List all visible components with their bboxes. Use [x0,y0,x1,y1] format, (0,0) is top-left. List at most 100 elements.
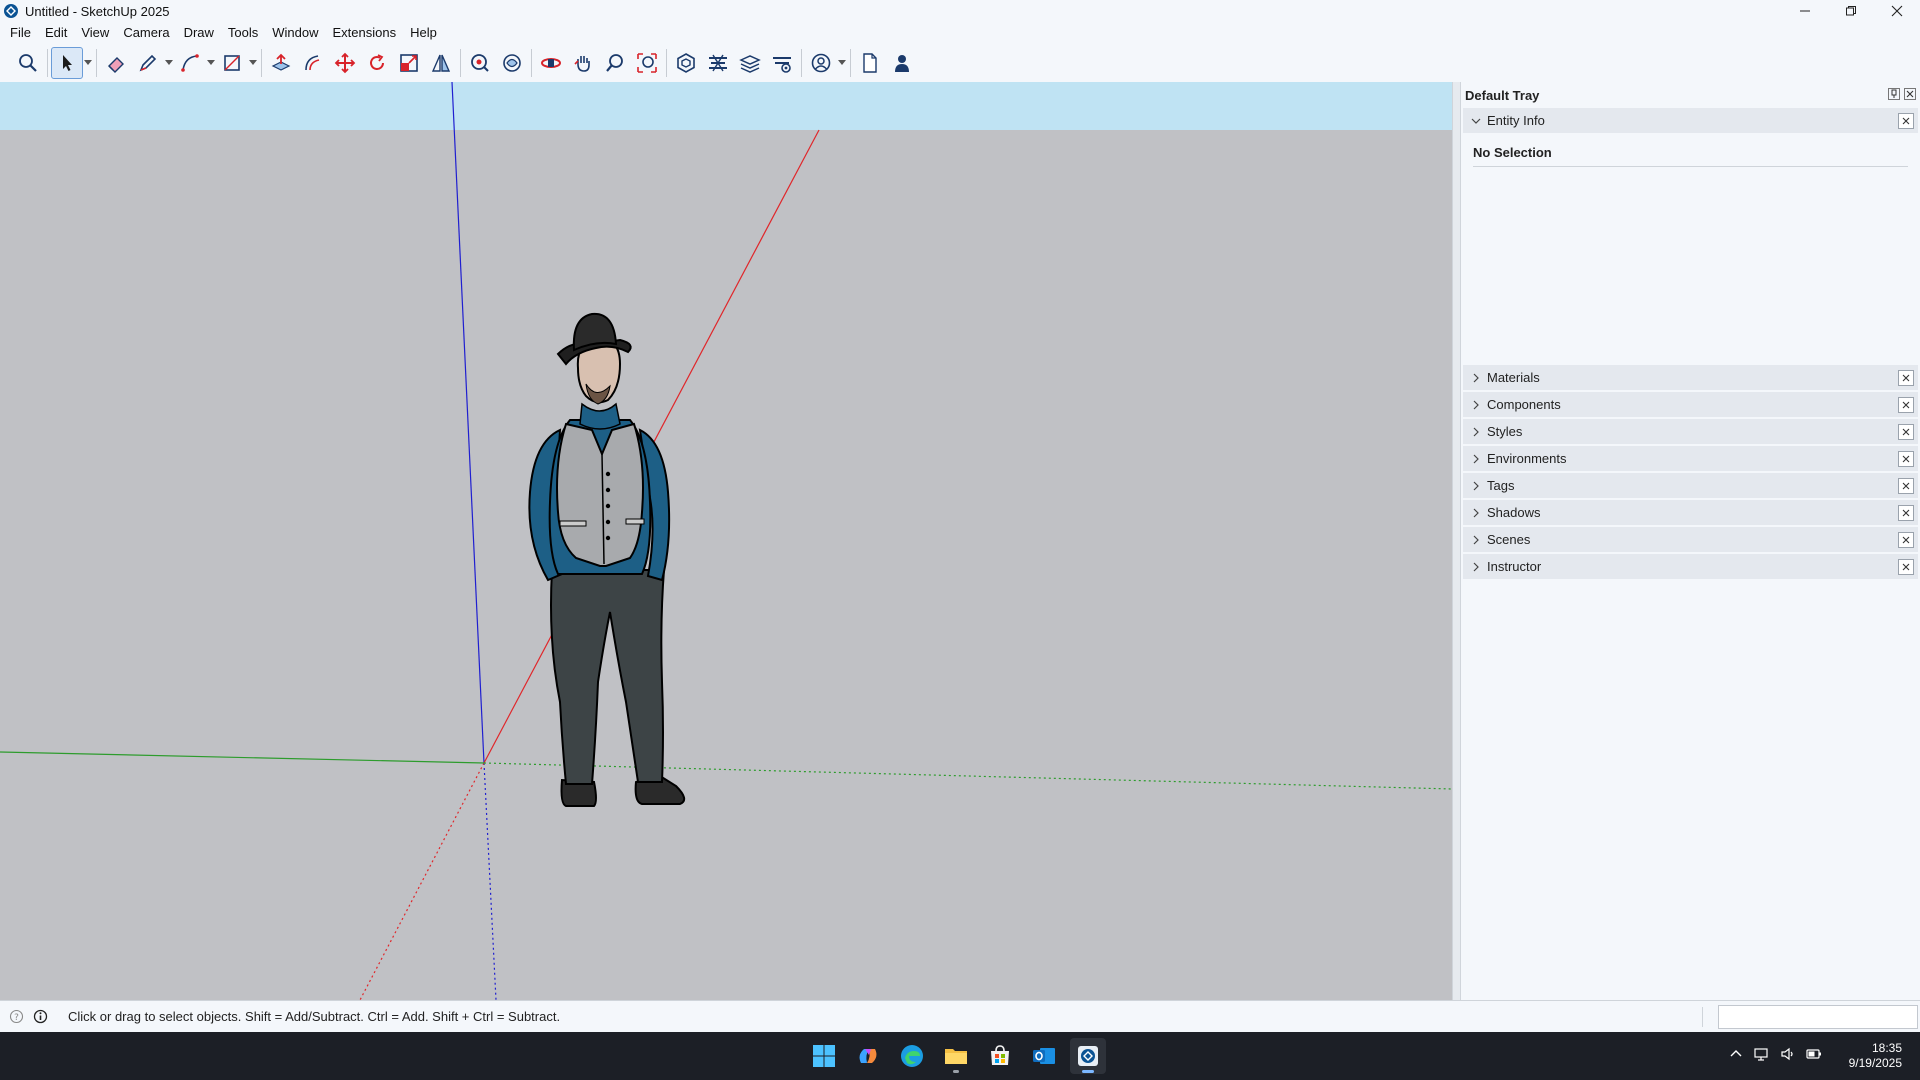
extension-manager-icon [773,57,791,73]
info-button[interactable] [32,1009,48,1025]
close-window-button[interactable] [1874,0,1920,22]
pencil-tool-dropdown[interactable] [164,47,174,79]
panel-close-button[interactable] [1898,113,1914,129]
extension-manager-button[interactable] [766,47,798,79]
panel-entity-info[interactable]: Entity Info [1463,108,1918,134]
help-circle-icon: ? [9,1009,23,1024]
scale-tool-button[interactable] [393,47,425,79]
minimize-button[interactable] [1782,0,1828,22]
menu-view[interactable]: View [74,22,116,44]
chevron-right-icon [1473,481,1479,490]
menu-tools[interactable]: Tools [221,22,265,44]
store-taskbar-button[interactable] [982,1038,1018,1074]
person-figure[interactable] [528,312,686,807]
chevron-down-icon [165,60,173,65]
panel-styles[interactable]: Styles [1463,419,1918,445]
sketchup-taskbar-button[interactable] [1070,1038,1106,1074]
push-pull-tool-button[interactable] [265,47,297,79]
panel-instructor[interactable]: Instructor [1463,554,1918,580]
rectangle-tool-dropdown[interactable] [248,47,258,79]
extension-warehouse-button[interactable] [702,47,734,79]
offset-tool-button[interactable] [297,47,329,79]
menu-file[interactable]: File [0,22,38,44]
paint-bucket-tool-button[interactable] [496,47,528,79]
restore-button[interactable] [1828,0,1874,22]
chevron-right-icon [1473,562,1479,571]
svg-text:?: ? [14,1013,19,1023]
menu-camera[interactable]: Camera [116,22,176,44]
arc-tool-button[interactable] [174,47,206,79]
pan-tool-button[interactable] [567,47,599,79]
flip-tool-button[interactable] [425,47,457,79]
new-file-button[interactable] [854,47,886,79]
orbit-tool-button[interactable] [535,47,567,79]
pencil-tool-button[interactable] [132,47,164,79]
panel-close-button[interactable] [1898,478,1914,494]
panel-close-button[interactable] [1898,559,1914,575]
arc-tool-dropdown[interactable] [206,47,216,79]
copilot-taskbar-button[interactable] [850,1038,886,1074]
tape-measure-tool-button[interactable] [464,47,496,79]
rectangle-tool-button[interactable] [216,47,248,79]
3d-warehouse-button[interactable] [670,47,702,79]
system-clock[interactable]: 18:35 9/19/2025 [1849,1041,1902,1071]
tray-close-button[interactable] [1904,88,1916,100]
zoom-tool-button[interactable] [599,47,631,79]
green-axis [0,751,485,764]
panel-tags[interactable]: Tags [1463,473,1918,499]
account-button[interactable] [805,47,837,79]
push-pull-icon [271,53,291,71]
tray-pin-button[interactable] [1888,88,1900,100]
menu-extensions[interactable]: Extensions [326,22,404,44]
outlook-taskbar-button[interactable] [1026,1038,1062,1074]
geo-location-button[interactable]: ? [8,1009,24,1025]
network-icon[interactable] [1754,1046,1770,1062]
follow-me-icon [431,54,451,72]
panel-close-button[interactable] [1898,370,1914,386]
panel-label: Scenes [1487,532,1531,547]
eraser-icon [108,57,124,73]
toolbar-separator [47,49,48,77]
modeling-viewport[interactable] [0,82,1452,1000]
panel-close-button[interactable] [1898,532,1914,548]
pan-icon [574,56,590,72]
select-tool-dropdown[interactable] [83,47,93,79]
user-button[interactable] [886,47,918,79]
panel-materials[interactable]: Materials [1463,365,1918,391]
chevron-down-icon [84,60,92,65]
panel-close-button[interactable] [1898,424,1914,440]
menu-edit[interactable]: Edit [38,22,74,44]
panel-components[interactable]: Components [1463,392,1918,418]
eraser-tool-button[interactable] [100,47,132,79]
menu-window[interactable]: Window [265,22,325,44]
panel-close-button[interactable] [1898,397,1914,413]
tape-measure-icon [471,54,489,72]
edge-taskbar-button[interactable] [894,1038,930,1074]
running-indicator [1082,1070,1094,1073]
file-explorer-taskbar-button[interactable] [938,1038,974,1074]
start-button[interactable] [806,1038,842,1074]
panel-shadows[interactable]: Shadows [1463,500,1918,526]
edge-icon [901,1045,923,1067]
battery-icon[interactable] [1806,1046,1822,1062]
move-tool-button[interactable] [329,47,361,79]
measurements-box[interactable] [1718,1005,1918,1029]
panel-close-button[interactable] [1898,505,1914,521]
tray-splitter[interactable] [1452,82,1460,1000]
select-tool-button[interactable] [51,47,83,79]
panel-scenes[interactable]: Scenes [1463,527,1918,553]
menu-draw[interactable]: Draw [177,22,221,44]
search-tool-button[interactable] [12,47,44,79]
chevron-right-icon [1473,400,1479,409]
panel-environments[interactable]: Environments [1463,446,1918,472]
account-dropdown[interactable] [837,47,847,79]
menu-help[interactable]: Help [403,22,444,44]
entity-info-body: No Selection [1463,135,1918,365]
send-to-layout-button[interactable] [734,47,766,79]
rotate-tool-button[interactable] [361,47,393,79]
zoom-extents-tool-button[interactable] [631,47,663,79]
panel-close-button[interactable] [1898,451,1914,467]
volume-icon[interactable] [1780,1046,1796,1062]
orbit-icon [541,58,561,68]
chevron-up-icon[interactable] [1728,1046,1744,1062]
